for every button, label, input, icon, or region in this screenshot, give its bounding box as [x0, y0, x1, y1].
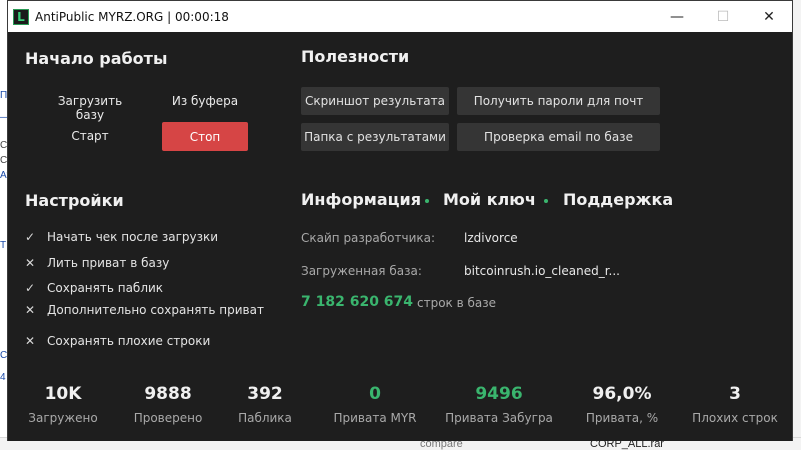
- cross-icon: ✕: [25, 256, 36, 270]
- rows-count: 7 182 620 674: [301, 294, 414, 310]
- stat-value: 96,0%: [592, 384, 652, 404]
- stat-value: 3: [729, 384, 741, 404]
- stat-private-abroad: 9496 Привата Забугра: [444, 384, 554, 425]
- tab-my-key[interactable]: Мой ключ: [443, 190, 536, 209]
- setting-save-public[interactable]: ✓ Сохранять паблик: [25, 281, 163, 295]
- loaded-base-value: bitcoinrush.io_cleaned_r...: [464, 264, 620, 278]
- setting-label: Сохранять паблик: [47, 281, 164, 295]
- load-base-button[interactable]: Загрузить базу: [44, 94, 136, 122]
- results-folder-button[interactable]: Папка с результатами: [301, 123, 449, 151]
- setting-label: Дополнительно сохранять приват: [47, 303, 264, 317]
- main-content: Начало работы Загрузить базу Из буфера С…: [8, 32, 792, 441]
- stat-label: Привата MYR: [333, 411, 417, 425]
- tab-separator-dot: [425, 199, 429, 203]
- utils-section-title: Полезности: [301, 47, 410, 66]
- tab-information[interactable]: Информация: [301, 190, 421, 209]
- skype-value: lzdivorce: [464, 231, 518, 245]
- stat-label: Проверено: [133, 411, 203, 425]
- start-button[interactable]: Старт: [68, 129, 112, 143]
- stat-label: Привата, %: [585, 411, 659, 425]
- check-email-button[interactable]: Проверка email по базе: [457, 123, 660, 151]
- settings-section-title: Настройки: [25, 191, 124, 210]
- checkmark-icon: ✓: [25, 281, 36, 295]
- tab-support[interactable]: Поддержка: [563, 190, 673, 209]
- stat-label: Паблика: [238, 411, 292, 425]
- stat-label: Плохих строк: [692, 411, 778, 425]
- setting-save-private-extra[interactable]: ✕ Дополнительно сохранять приват: [25, 303, 264, 317]
- stat-private-myr: 0 Привата MYR: [326, 384, 424, 425]
- stat-checked: 9888 Проверено: [128, 384, 208, 425]
- cross-icon: ✕: [25, 303, 36, 317]
- stat-bad-lines: 3 Плохих строк: [688, 384, 782, 425]
- stat-value: 0: [369, 384, 381, 404]
- app-window: L AntiPublic MYRZ.ORG | 00:00:18 — ☐ ✕ Н…: [7, 0, 793, 441]
- stat-loaded: 10K Загружено: [26, 384, 100, 425]
- minimize-icon[interactable]: —: [654, 1, 700, 32]
- start-section-title: Начало работы: [25, 49, 168, 68]
- app-logo-icon: L: [13, 8, 29, 25]
- close-icon[interactable]: ✕: [746, 1, 792, 32]
- cross-icon: ✕: [25, 334, 36, 348]
- stat-private-percent: 96,0% Привата, %: [578, 384, 666, 425]
- window-controls: — ☐ ✕: [654, 1, 792, 32]
- stat-public: 392 Паблика: [236, 384, 294, 425]
- stat-value: 9888: [144, 384, 192, 404]
- skype-label: Скайп разработчика:: [301, 231, 436, 245]
- stop-button[interactable]: Стоп: [162, 122, 248, 151]
- maximize-icon: ☐: [716, 8, 730, 25]
- setting-label: Лить приват в базу: [47, 256, 170, 270]
- setting-label: Сохранять плохие строки: [47, 334, 211, 348]
- stat-value: 9496: [475, 384, 523, 404]
- rows-count-label: строк в базе: [417, 296, 497, 310]
- loaded-base-label: Загруженная база:: [301, 264, 422, 278]
- stat-label: Загружено: [28, 411, 98, 425]
- setting-upload-private[interactable]: ✕ Лить приват в базу: [25, 256, 169, 270]
- tab-separator-dot: [544, 199, 548, 203]
- window-title: AntiPublic MYRZ.ORG | 00:00:18: [35, 9, 229, 24]
- setting-label: Начать чек после загрузки: [47, 230, 219, 244]
- stat-value: 10K: [44, 384, 82, 404]
- title-bar[interactable]: L AntiPublic MYRZ.ORG | 00:00:18 — ☐ ✕: [8, 1, 792, 32]
- setting-save-bad-lines[interactable]: ✕ Сохранять плохие строки: [25, 334, 210, 348]
- checkmark-icon: ✓: [25, 230, 36, 244]
- get-email-passwords-button[interactable]: Получить пароли для почт: [457, 87, 660, 115]
- setting-start-check-after-load[interactable]: ✓ Начать чек после загрузки: [25, 230, 218, 244]
- stat-label: Привата Забугра: [445, 411, 553, 425]
- screenshot-result-button[interactable]: Скриншот результата: [301, 87, 449, 115]
- from-clipboard-button[interactable]: Из буфера: [168, 94, 242, 108]
- stat-value: 392: [247, 384, 283, 404]
